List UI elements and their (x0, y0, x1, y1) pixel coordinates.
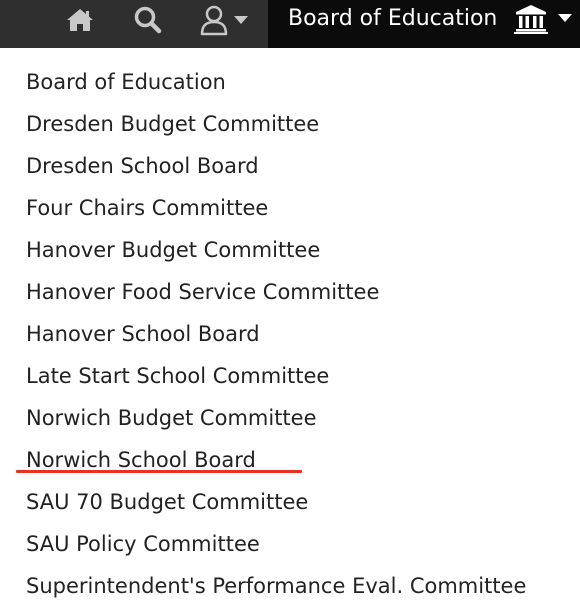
context-selector[interactable]: Board of Education (268, 0, 580, 48)
context-title: Board of Education (288, 6, 498, 31)
menu-item-four-chairs-committee[interactable]: Four Chairs Committee (26, 194, 268, 222)
menu-item-hanover-budget-committee[interactable]: Hanover Budget Committee (26, 236, 320, 264)
menu-item-superintendents-performance-eval-committee[interactable]: Superintendent's Performance Eval. Commi… (26, 572, 526, 600)
highlight-underline (16, 470, 302, 473)
search-button[interactable] (126, 0, 170, 40)
menu-item-sau-policy-committee[interactable]: SAU Policy Committee (26, 530, 260, 558)
menu-item-dresden-budget-committee[interactable]: Dresden Budget Committee (26, 110, 319, 138)
menu-item-board-of-education[interactable]: Board of Education (26, 68, 226, 96)
home-icon (67, 9, 93, 31)
menu-item-late-start-school-committee[interactable]: Late Start School Committee (26, 362, 329, 390)
menu-item-norwich-budget-committee[interactable]: Norwich Budget Committee (26, 404, 317, 432)
top-navigation-bar: Board of Education (0, 0, 580, 48)
building-icon (514, 5, 548, 34)
chevron-down-icon (234, 16, 248, 24)
search-icon (134, 6, 162, 34)
menu-item-sau-70-budget-committee[interactable]: SAU 70 Budget Committee (26, 488, 308, 516)
menu-item-dresden-school-board[interactable]: Dresden School Board (26, 152, 259, 180)
chevron-down-icon (558, 14, 572, 22)
menu-item-hanover-food-service-committee[interactable]: Hanover Food Service Committee (26, 278, 379, 306)
home-button[interactable] (58, 0, 102, 40)
user-icon (200, 5, 228, 36)
user-menu-button[interactable] (192, 0, 256, 40)
menu-item-hanover-school-board[interactable]: Hanover School Board (26, 320, 260, 348)
